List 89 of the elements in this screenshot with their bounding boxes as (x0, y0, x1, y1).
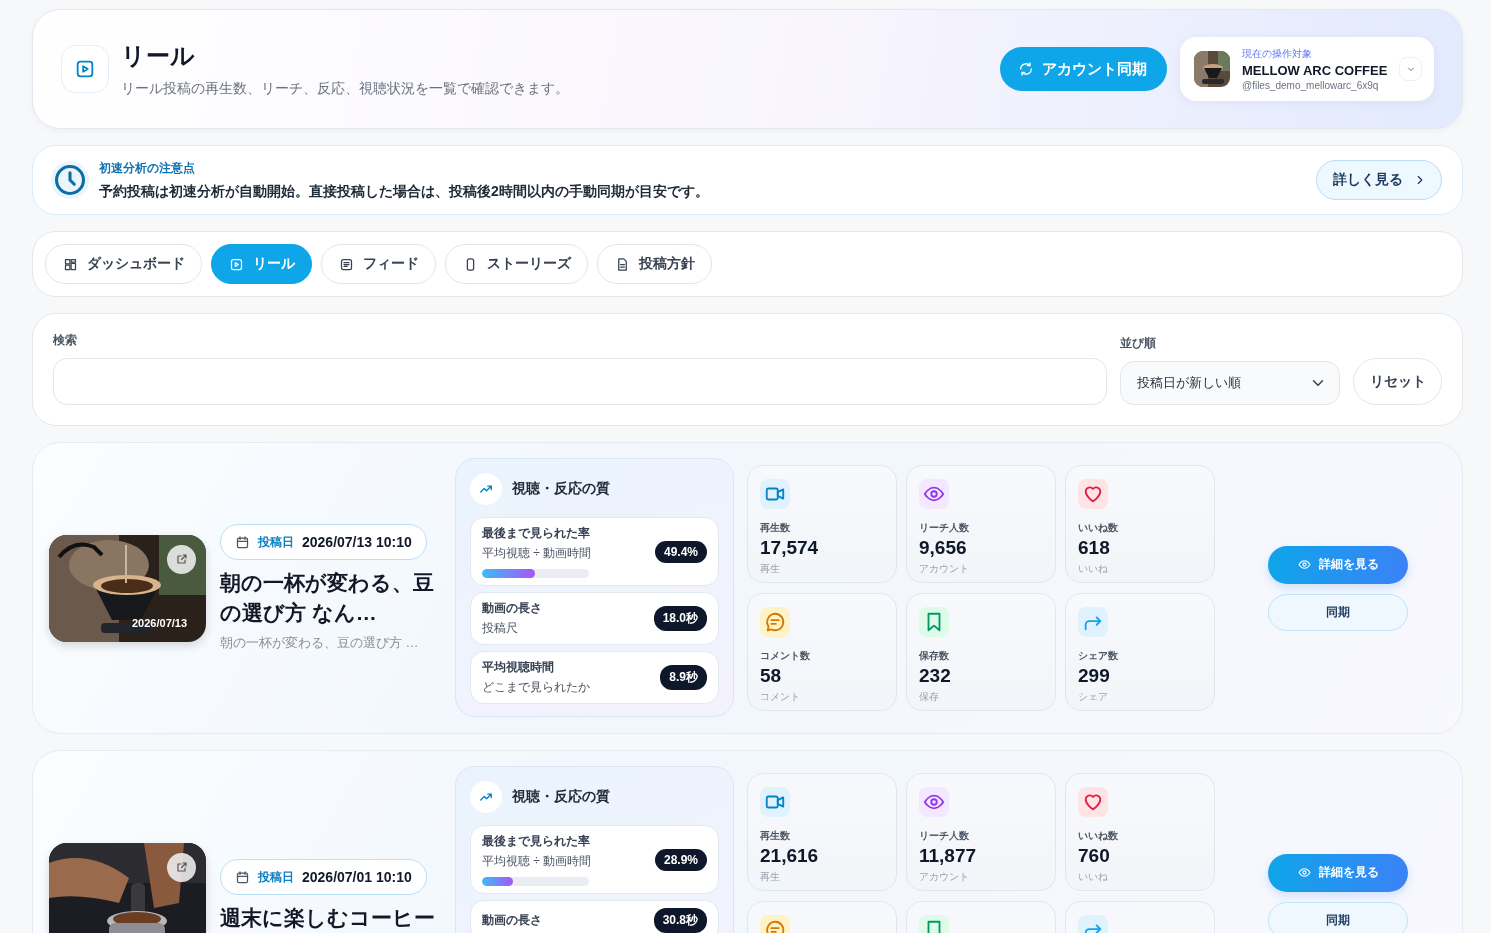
stat-label: いいね数 (1078, 829, 1119, 843)
metric-note: 投稿尺 (482, 620, 519, 637)
metric-value: 30.8秒 (653, 908, 707, 933)
trend-up-icon (479, 790, 493, 804)
stat-value: 760 (1078, 845, 1111, 867)
tab[interactable]: ダッシュボード (45, 244, 202, 284)
metric-value: 8.9秒 (660, 665, 707, 690)
reel-icon (229, 256, 244, 272)
reel-icon (61, 45, 109, 93)
calendar-icon (235, 534, 250, 550)
stat-label: シェア数 (1078, 649, 1119, 663)
page-subtitle: リール投稿の再生数、リーチ、反応、視聴状況を一覧で確認できます。 (121, 80, 569, 98)
search-label: 検索 (53, 332, 77, 349)
metric-label: 最後まで見られた率 (482, 525, 591, 542)
sync-button[interactable]: 同期 (1268, 593, 1408, 631)
stat-unit: シェア (1078, 690, 1109, 704)
eye-icon (1297, 558, 1311, 571)
notice-title: 初速分析の注意点 (99, 159, 196, 177)
reel-excerpt: 朝の一杯が変わる、豆の選び方 … (220, 634, 420, 652)
stat-value: 11,877 (919, 845, 978, 867)
stat-label: 保存数 (919, 649, 950, 663)
external-link-icon (175, 861, 188, 873)
account-name: MELLOW ARC COFFEE (1242, 63, 1388, 78)
heart-icon (1082, 791, 1104, 813)
reel-title: 週末に楽しむコーヒー (220, 905, 436, 931)
metric-value: 49.4% (654, 540, 707, 563)
stat-unit: いいね (1078, 870, 1109, 884)
tab[interactable]: ストーリーズ (445, 244, 588, 284)
stat-label: リーチ人数 (919, 521, 970, 535)
refresh-icon (1018, 61, 1034, 77)
search-field[interactable] (53, 358, 1107, 405)
stat-unit: 再生 (760, 562, 781, 576)
stat-label: いいね数 (1078, 521, 1119, 535)
reel-title: 朝の一杯が変わる、豆の選び方 なん… (220, 570, 435, 627)
panel-title: 視聴・反応の質 (512, 480, 610, 498)
date-label: 投稿日 (258, 533, 294, 551)
account-handle: @files_demo_mellowarc_6x9q (1242, 80, 1380, 91)
document-icon (339, 256, 354, 272)
stat-label: リーチ人数 (919, 829, 970, 843)
trend-up-icon (479, 482, 493, 496)
metric-label: 動画の長さ (482, 600, 542, 617)
tab[interactable]: 投稿方針 (597, 244, 712, 284)
sort-dropdown[interactable]: 投稿日が新しい順 (1120, 361, 1340, 405)
thumbnail-date: 2026/07/13 (132, 616, 188, 629)
date-label: 投稿日 (258, 868, 294, 886)
notice-text: 予約投稿は初速分析が自動開始。直接投稿した場合は、投稿後2時間以内の手動同期が目安です。 (99, 182, 709, 201)
stat-value: 9,656 (919, 537, 968, 559)
eye-icon (1297, 866, 1311, 879)
external-link-icon (175, 553, 188, 565)
stat-unit: いいね (1078, 562, 1109, 576)
page-title: リール (121, 41, 196, 71)
stat-value: 21,616 (760, 845, 820, 867)
stat-value: 58 (760, 665, 783, 687)
calendar-icon (235, 869, 250, 885)
details-button[interactable]: 詳しく見る (1316, 160, 1442, 200)
stat-label: 再生数 (760, 521, 791, 535)
sync-button[interactable]: 同期 (1268, 901, 1408, 933)
document-icon (615, 256, 630, 272)
metric-label: 動画の長さ (482, 912, 542, 929)
metric-note: どこまで見られたか (482, 679, 590, 696)
metric-label: 最後まで見られた率 (482, 833, 591, 850)
account-caption: 現在の操作対象 (1242, 47, 1313, 61)
reset-button[interactable]: リセット (1353, 358, 1442, 405)
stat-label: 再生数 (760, 829, 791, 843)
heart-icon (1082, 483, 1104, 505)
metric-value: 28.9% (654, 848, 707, 871)
panel-title: 視聴・反応の質 (512, 788, 610, 806)
stat-unit: コメント (760, 690, 801, 704)
stat-unit: 再生 (760, 870, 781, 884)
metric-note: 平均視聴 ÷ 動画時間 (482, 853, 592, 870)
post-date: 2026/07/01 10:10 (302, 869, 412, 885)
metric-value: 18.0秒 (653, 606, 707, 631)
chat-bubble-icon (764, 611, 786, 633)
account-card[interactable]: 現在の操作対象 MELLOW ARC COFFEE @files_demo_mellowarc_6x9q (1180, 37, 1434, 101)
metric-note: 平均視聴 ÷ 動画時間 (482, 545, 592, 562)
stat-unit: アカウント (919, 562, 970, 576)
stat-label: コメント数 (760, 649, 811, 663)
stat-value: 299 (1078, 665, 1111, 687)
metric-label: 平均視聴時間 (482, 659, 555, 676)
stat-unit: アカウント (919, 870, 970, 884)
grid-icon (63, 256, 78, 272)
post-date: 2026/07/13 10:10 (302, 534, 412, 550)
stat-value: 232 (919, 665, 952, 687)
tab[interactable]: フィード (321, 244, 436, 284)
stat-value: 17,574 (760, 537, 820, 559)
clock-icon (53, 163, 87, 197)
stat-unit: 保存 (919, 690, 940, 704)
stat-value: 618 (1078, 537, 1111, 559)
sort-label: 並び順 (1120, 335, 1156, 352)
